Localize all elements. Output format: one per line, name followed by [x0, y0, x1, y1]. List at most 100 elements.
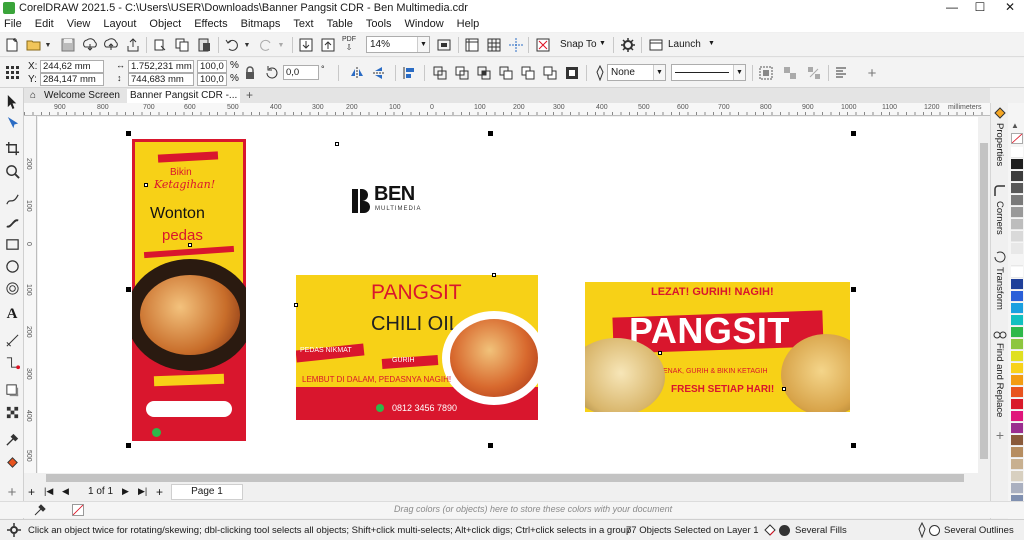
object-node[interactable] — [144, 183, 148, 187]
paste-icon[interactable] — [196, 37, 212, 53]
selection-handle[interactable] — [488, 131, 493, 136]
connector-tool-icon[interactable] — [4, 354, 20, 370]
intersect-icon[interactable] — [476, 65, 492, 81]
color-swatch[interactable] — [1011, 351, 1023, 362]
color-swatch[interactable] — [1011, 399, 1023, 410]
color-swatch[interactable] — [1011, 387, 1023, 398]
color-swatch[interactable] — [1011, 483, 1023, 494]
save-icon[interactable] — [60, 37, 76, 53]
share-icon[interactable] — [125, 37, 141, 53]
weld-icon[interactable] — [432, 65, 448, 81]
horizontal-scroll-thumb[interactable] — [46, 474, 964, 482]
close-button[interactable]: ✕ — [996, 0, 1024, 16]
vertical-banner[interactable]: Bikin Ketagihan! Wonton pedas — [132, 139, 246, 441]
color-eyedropper-tool-icon[interactable] — [4, 431, 20, 447]
object-node[interactable] — [782, 387, 786, 391]
color-swatch[interactable] — [1011, 459, 1023, 470]
object-node[interactable] — [492, 273, 496, 277]
maximize-button[interactable]: ☐ — [966, 0, 994, 16]
add-page-before-icon[interactable]: + — [28, 485, 35, 499]
color-swatch[interactable] — [1011, 207, 1023, 218]
zoom-dropdown-arrow[interactable]: ▼ — [417, 37, 429, 52]
add-docker-icon[interactable]: + — [992, 427, 1008, 443]
ungroup-all-icon[interactable] — [806, 65, 822, 81]
no-color-document-swatch[interactable] — [72, 504, 84, 516]
outline-width-select[interactable]: None ▼ — [607, 64, 666, 81]
width-field[interactable]: 1.752,231 mm — [128, 60, 194, 73]
upload-cloud-icon[interactable] — [103, 37, 119, 53]
add-toolbar-icon[interactable]: + — [864, 65, 880, 82]
color-swatch[interactable] — [1011, 435, 1023, 446]
vertical-ruler[interactable]: 200 100 0 100 200 300 400 500 — [24, 116, 37, 476]
snap-to-label[interactable]: Snap To — [560, 39, 597, 50]
artistic-media-tool-icon[interactable] — [4, 214, 20, 230]
menu-object[interactable]: Object — [149, 18, 181, 30]
menu-view[interactable]: View — [67, 18, 91, 30]
ellipse-tool-icon[interactable] — [4, 258, 20, 274]
color-swatch[interactable] — [1011, 303, 1023, 314]
status-settings-icon[interactable] — [6, 522, 22, 538]
y-position-field[interactable]: 284,147 mm — [40, 73, 104, 86]
menu-bitmaps[interactable]: Bitmaps — [241, 18, 281, 30]
menu-help[interactable]: Help — [457, 18, 480, 30]
vertical-scrollbar[interactable] — [978, 117, 990, 473]
outline-width-dropdown-arrow[interactable]: ▼ — [653, 65, 665, 80]
text-tool-icon[interactable]: A — [4, 306, 20, 322]
drop-shadow-tool-icon[interactable] — [4, 382, 20, 398]
palette-scroll-up-icon[interactable]: ▲ — [1011, 121, 1019, 130]
selection-handle[interactable] — [488, 443, 493, 448]
no-color-swatch[interactable] — [1011, 133, 1023, 144]
color-swatch[interactable] — [1011, 243, 1023, 254]
color-swatch[interactable] — [1011, 339, 1023, 350]
color-swatch[interactable] — [1011, 279, 1023, 290]
front-minus-back-icon[interactable] — [520, 65, 536, 81]
add-tool-icon[interactable]: + — [4, 484, 20, 501]
color-swatch[interactable] — [1011, 231, 1023, 242]
show-guidelines-icon[interactable] — [508, 37, 524, 53]
object-origin-icon[interactable] — [4, 64, 20, 80]
launch-dropdown-icon[interactable]: ▼ — [708, 40, 715, 47]
docker-tab-properties[interactable]: Properties — [994, 123, 1005, 166]
new-tab-button[interactable]: + — [243, 89, 257, 103]
outline-style-dropdown-arrow[interactable]: ▼ — [733, 65, 745, 80]
transform-docker-icon[interactable] — [992, 249, 1008, 265]
first-page-icon[interactable]: |◀ — [44, 486, 53, 497]
lock-ratio-icon[interactable] — [242, 65, 258, 81]
import-icon[interactable] — [298, 37, 314, 53]
zoom-tool-icon[interactable] — [4, 163, 20, 179]
next-page-icon[interactable]: ▶ — [122, 486, 129, 497]
show-grid-icon[interactable] — [486, 37, 502, 53]
color-swatch[interactable] — [1011, 183, 1023, 194]
minimize-button[interactable]: — — [938, 0, 966, 16]
interactive-fill-tool-icon[interactable] — [4, 454, 20, 470]
zoom-level-select[interactable]: 14% ▼ — [366, 36, 430, 53]
x-position-field[interactable]: 244,62 mm — [40, 60, 104, 73]
color-swatch[interactable] — [1011, 291, 1023, 302]
color-swatch[interactable] — [1011, 255, 1023, 266]
menu-text[interactable]: Text — [293, 18, 313, 30]
menu-edit[interactable]: Edit — [35, 18, 54, 30]
outline-pen-status-icon[interactable] — [914, 522, 930, 538]
rotation-angle-field[interactable]: 0,0 — [283, 65, 319, 80]
trim-icon[interactable] — [454, 65, 470, 81]
docker-tab-corners[interactable]: Corners — [994, 201, 1005, 235]
search-content-icon[interactable] — [82, 37, 98, 53]
undo-icon[interactable] — [224, 37, 240, 53]
outline-pen-icon[interactable] — [592, 65, 608, 81]
color-swatch[interactable] — [1011, 147, 1023, 158]
find-replace-docker-icon[interactable] — [992, 325, 1008, 341]
menu-layout[interactable]: Layout — [103, 18, 136, 30]
menu-file[interactable]: File — [4, 18, 22, 30]
color-swatch[interactable] — [1011, 375, 1023, 386]
color-swatch[interactable] — [1011, 363, 1023, 374]
fill-bucket-icon[interactable] — [762, 522, 778, 538]
horizontal-ruler[interactable]: 900 800 700 600 500 400 300 200 100 0 10… — [24, 103, 990, 116]
launch-label[interactable]: Launch — [668, 39, 701, 50]
color-swatch[interactable] — [1011, 447, 1023, 458]
copy-icon[interactable] — [174, 37, 190, 53]
horizontal-scrollbar[interactable] — [24, 473, 990, 483]
snap-to-dropdown-icon[interactable]: ▼ — [599, 40, 606, 47]
selection-handle[interactable] — [851, 443, 856, 448]
simplify-icon[interactable] — [498, 65, 514, 81]
color-swatch[interactable] — [1011, 411, 1023, 422]
